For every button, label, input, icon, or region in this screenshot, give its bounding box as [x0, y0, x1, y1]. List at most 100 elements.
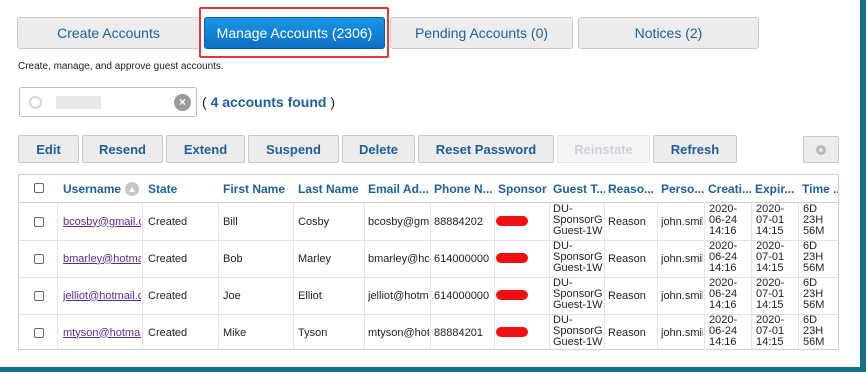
column-header-person[interactable]: Perso... — [661, 175, 706, 202]
column-divider — [798, 202, 799, 350]
time-remaining-cell: 6D 23H 56M — [803, 278, 825, 311]
reason-cell: Reason — [608, 252, 646, 265]
column-header-expires[interactable]: Expir... — [755, 175, 799, 202]
column-divider — [364, 202, 365, 350]
guest-type-cell: DU- SponsorG Guest-1W — [553, 278, 603, 311]
search-box[interactable]: × — [19, 87, 197, 117]
username-link[interactable]: bmarley@hotma — [63, 240, 141, 277]
results-count: ( 4 accounts found ) — [202, 94, 335, 110]
tab-create-accounts[interactable]: Create Accounts — [17, 17, 200, 49]
column-header-time[interactable]: Time ... — [802, 175, 838, 202]
column-header-reason[interactable]: Reaso... — [608, 175, 656, 202]
sort-ascending-icon[interactable]: ▲ — [125, 181, 140, 196]
suspend-button[interactable]: Suspend — [248, 135, 339, 163]
column-divider — [704, 202, 705, 350]
column-divider — [218, 202, 219, 350]
person-cell: john.smil — [661, 326, 703, 339]
column-divider — [142, 202, 143, 350]
gear-icon — [816, 144, 826, 155]
column-header-username[interactable]: Username ▲ — [63, 175, 143, 202]
accounts-table: Username ▲ State First Name Last Name Em… — [18, 174, 839, 350]
state-cell: Created — [148, 215, 188, 228]
created-cell: 2020- 06-24 14:16 — [709, 315, 738, 348]
page-description: Create, manage, and approve guest accoun… — [18, 61, 224, 72]
search-input[interactable] — [44, 90, 178, 116]
last-name-cell: Cosby — [298, 215, 330, 228]
resend-button[interactable]: Resend — [82, 135, 163, 163]
time-remaining-cell: 6D 23H 56M — [803, 315, 825, 348]
email-cell: bmarley@hot — [368, 252, 429, 265]
column-header-created[interactable]: Creati... — [708, 175, 753, 202]
search-icon — [29, 96, 42, 109]
time-remaining-cell: 6D 23H 56M — [803, 241, 825, 274]
tab-notices[interactable]: Notices (2) — [578, 17, 759, 49]
state-cell: Created — [148, 326, 188, 339]
sponsor-redaction — [496, 290, 528, 300]
created-cell: 2020- 06-24 14:16 — [709, 204, 738, 237]
column-header-state[interactable]: State — [148, 175, 216, 202]
row-checkbox[interactable] — [34, 217, 44, 227]
column-divider — [293, 202, 294, 350]
reset-password-button[interactable]: Reset Password — [418, 135, 554, 163]
time-remaining-cell: 6D 23H 56M — [803, 204, 825, 237]
username-link[interactable]: bcosby@gmail.c — [63, 203, 141, 240]
column-divider — [657, 202, 658, 350]
state-cell: Created — [148, 252, 188, 265]
last-name-cell: Elliot — [298, 289, 322, 302]
column-header-first-name[interactable]: First Name — [223, 175, 291, 202]
person-cell: john.smil — [661, 289, 703, 302]
column-header-last-name[interactable]: Last Name — [298, 175, 362, 202]
email-cell: mtyson@hot — [368, 326, 429, 339]
reinstate-button[interactable]: Reinstate — [557, 135, 650, 163]
username-link[interactable]: jelliot@hotmail.c — [63, 277, 141, 314]
extend-button[interactable]: Extend — [166, 135, 245, 163]
window-frame-right — [860, 0, 866, 372]
column-header-phone[interactable]: Phone N... — [434, 175, 494, 202]
active-tab-highlight — [199, 7, 389, 58]
delete-button[interactable]: Delete — [342, 135, 415, 163]
row-checkbox[interactable] — [34, 254, 44, 264]
row-checkbox[interactable] — [34, 328, 44, 338]
email-cell: jelliot@hotm — [368, 289, 429, 302]
phone-cell: 614000000 — [434, 252, 490, 265]
tab-pending-accounts[interactable]: Pending Accounts (0) — [390, 17, 573, 49]
reason-cell: Reason — [608, 289, 646, 302]
sponsor-redaction — [496, 253, 528, 263]
username-link[interactable]: mtyson@hotmail — [63, 314, 141, 351]
state-cell: Created — [148, 289, 188, 302]
first-name-cell: Bob — [223, 252, 243, 265]
reason-cell: Reason — [608, 215, 646, 228]
guest-type-cell: DU- SponsorG Guest-1W — [553, 315, 603, 348]
last-name-cell: Tyson — [298, 326, 328, 339]
expires-cell: 2020- 07-01 14:15 — [756, 204, 785, 237]
clear-search-icon[interactable]: × — [174, 94, 191, 111]
results-close-paren: ) — [330, 94, 336, 110]
sponsor-redaction — [496, 327, 528, 337]
column-divider — [751, 202, 752, 350]
column-header-sponsor[interactable]: Sponsor — [498, 175, 550, 202]
row-checkbox[interactable] — [34, 291, 44, 301]
settings-button[interactable] — [803, 136, 839, 163]
person-cell: john.smil — [661, 252, 703, 265]
guest-type-cell: DU- SponsorG Guest-1W — [553, 204, 603, 237]
column-header-guest-type[interactable]: Guest T... — [553, 175, 605, 202]
column-divider — [57, 202, 58, 350]
first-name-cell: Joe — [223, 289, 241, 302]
column-divider — [494, 202, 495, 350]
guest-type-cell: DU- SponsorG Guest-1W — [553, 241, 603, 274]
phone-cell: 614000000 — [434, 289, 490, 302]
reason-cell: Reason — [608, 326, 646, 339]
column-divider — [604, 202, 605, 350]
select-all-checkbox[interactable] — [34, 183, 44, 193]
refresh-button[interactable]: Refresh — [653, 135, 737, 163]
column-divider — [549, 202, 550, 350]
expires-cell: 2020- 07-01 14:15 — [756, 241, 785, 274]
created-cell: 2020- 06-24 14:16 — [709, 278, 738, 311]
phone-cell: 88884202 — [434, 215, 483, 228]
column-header-email[interactable]: Email Ad... — [368, 175, 429, 202]
edit-button[interactable]: Edit — [18, 135, 79, 163]
expires-cell: 2020- 07-01 14:15 — [756, 278, 785, 311]
sponsor-redaction — [496, 216, 528, 226]
last-name-cell: Marley — [298, 252, 332, 265]
column-divider — [430, 202, 431, 350]
